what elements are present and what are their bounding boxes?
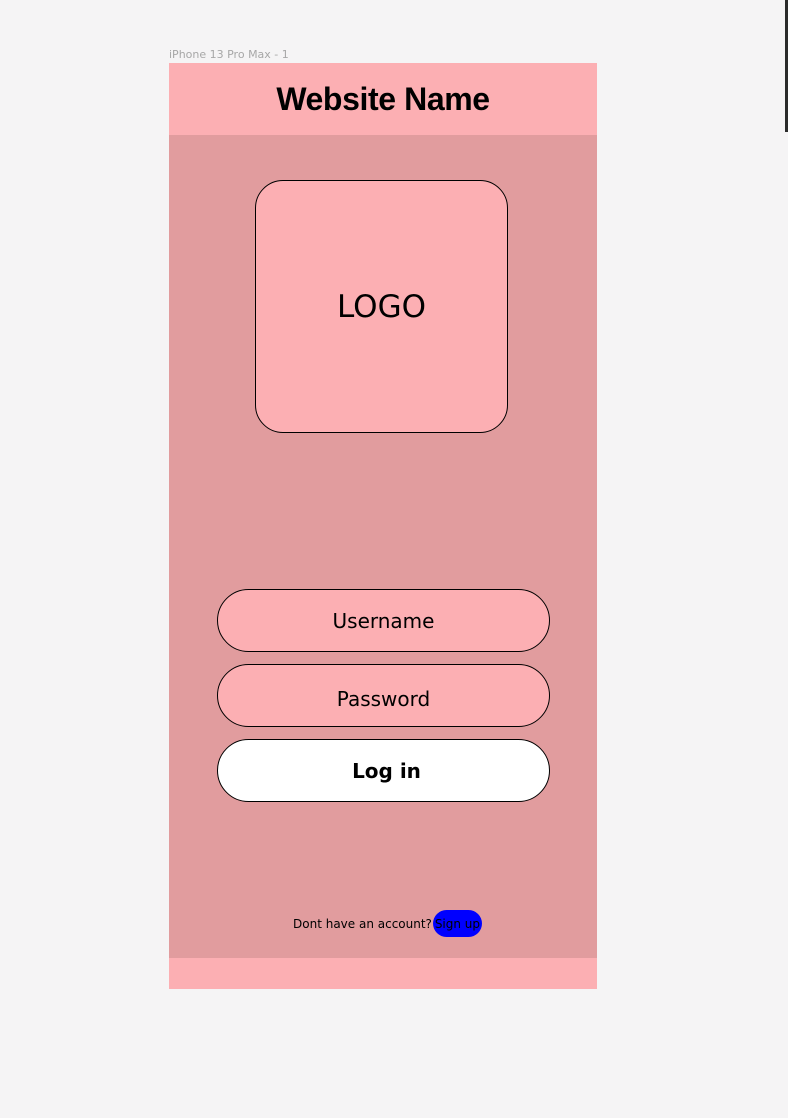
site-title: Website Name [276, 80, 490, 117]
password-field-label: Password [336, 686, 431, 711]
login-button[interactable]: Log in [217, 739, 550, 802]
password-field[interactable]: Password [217, 664, 550, 727]
username-field[interactable]: Username [217, 589, 550, 652]
logo-text: LOGO [337, 288, 426, 325]
login-button-label: Log in [352, 758, 421, 783]
signup-button[interactable]: Sign up [432, 910, 482, 937]
main-content: LOGO Username Password Log in Dont have … [169, 135, 597, 958]
logo-placeholder: LOGO [255, 180, 508, 433]
design-canvas: iPhone 13 Pro Max - 1 Website Name LOGO … [0, 0, 788, 1118]
phone-frame: Website Name LOGO Username Password Log … [169, 63, 597, 989]
signup-row: Dont have an account? Sign up [293, 910, 482, 937]
signup-prompt: Dont have an account? [293, 916, 432, 931]
header: Website Name [169, 63, 597, 135]
username-field-label: Username [332, 608, 435, 633]
frame-label[interactable]: iPhone 13 Pro Max - 1 [169, 48, 289, 61]
footer [169, 958, 597, 989]
